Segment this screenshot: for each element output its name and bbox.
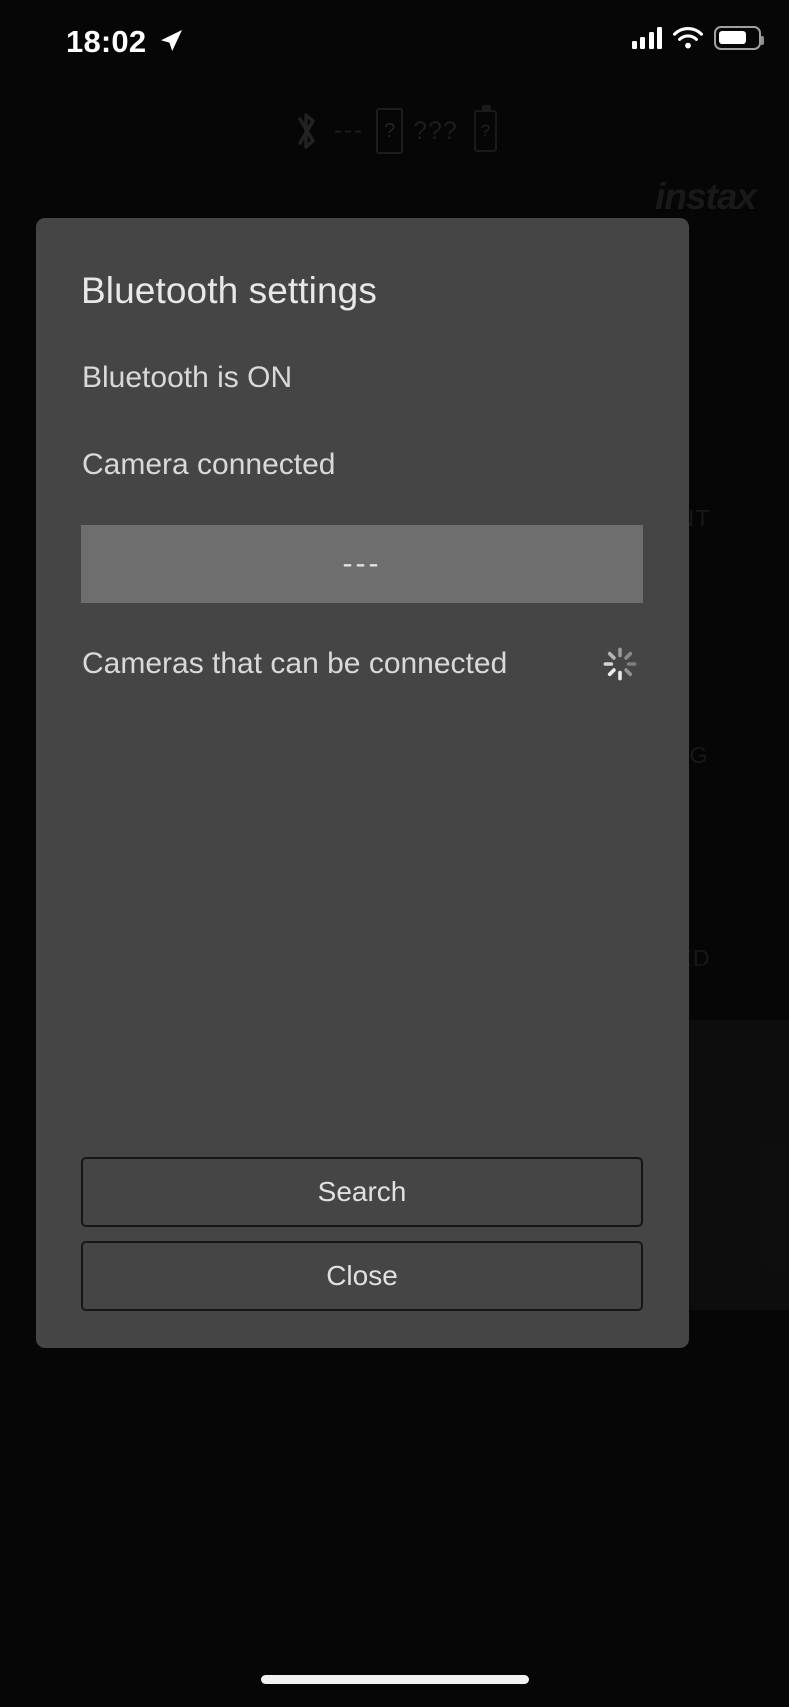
connected-device-row[interactable]: --- — [81, 525, 643, 603]
available-devices-list[interactable] — [81, 708, 643, 1118]
status-bar-time: 18:02 — [66, 24, 147, 59]
wifi-icon — [673, 27, 703, 49]
status-bar-indicators — [631, 26, 764, 50]
bluetooth-settings-dialog: Bluetooth settings Bluetooth is ON Camer… — [36, 218, 689, 1348]
home-indicator[interactable] — [260, 1675, 529, 1684]
battery-fill — [718, 30, 746, 45]
bluetooth-status-text: Bluetooth is ON — [82, 361, 293, 394]
loading-spinner-icon — [602, 646, 638, 682]
connected-device-name: --- — [342, 547, 382, 580]
location-arrow-icon — [161, 30, 182, 51]
camera-status-text: Camera connected — [82, 448, 336, 481]
phone-screen: --- ? ??? ? instax NT G ED Bluetooth set… — [0, 0, 789, 1707]
available-cameras-header: Cameras that can be connected — [82, 641, 644, 687]
close-button[interactable]: Close — [81, 1241, 643, 1311]
status-bar: 18:02 — [0, 0, 789, 82]
battery-icon — [714, 26, 764, 50]
dialog-title: Bluetooth settings — [81, 270, 377, 311]
cellular-bars-icon — [631, 27, 662, 49]
dialog-actions: Search Close — [81, 1157, 643, 1311]
search-button[interactable]: Search — [81, 1157, 643, 1227]
available-cameras-label: Cameras that can be connected — [82, 647, 508, 680]
battery-cap — [761, 36, 764, 45]
